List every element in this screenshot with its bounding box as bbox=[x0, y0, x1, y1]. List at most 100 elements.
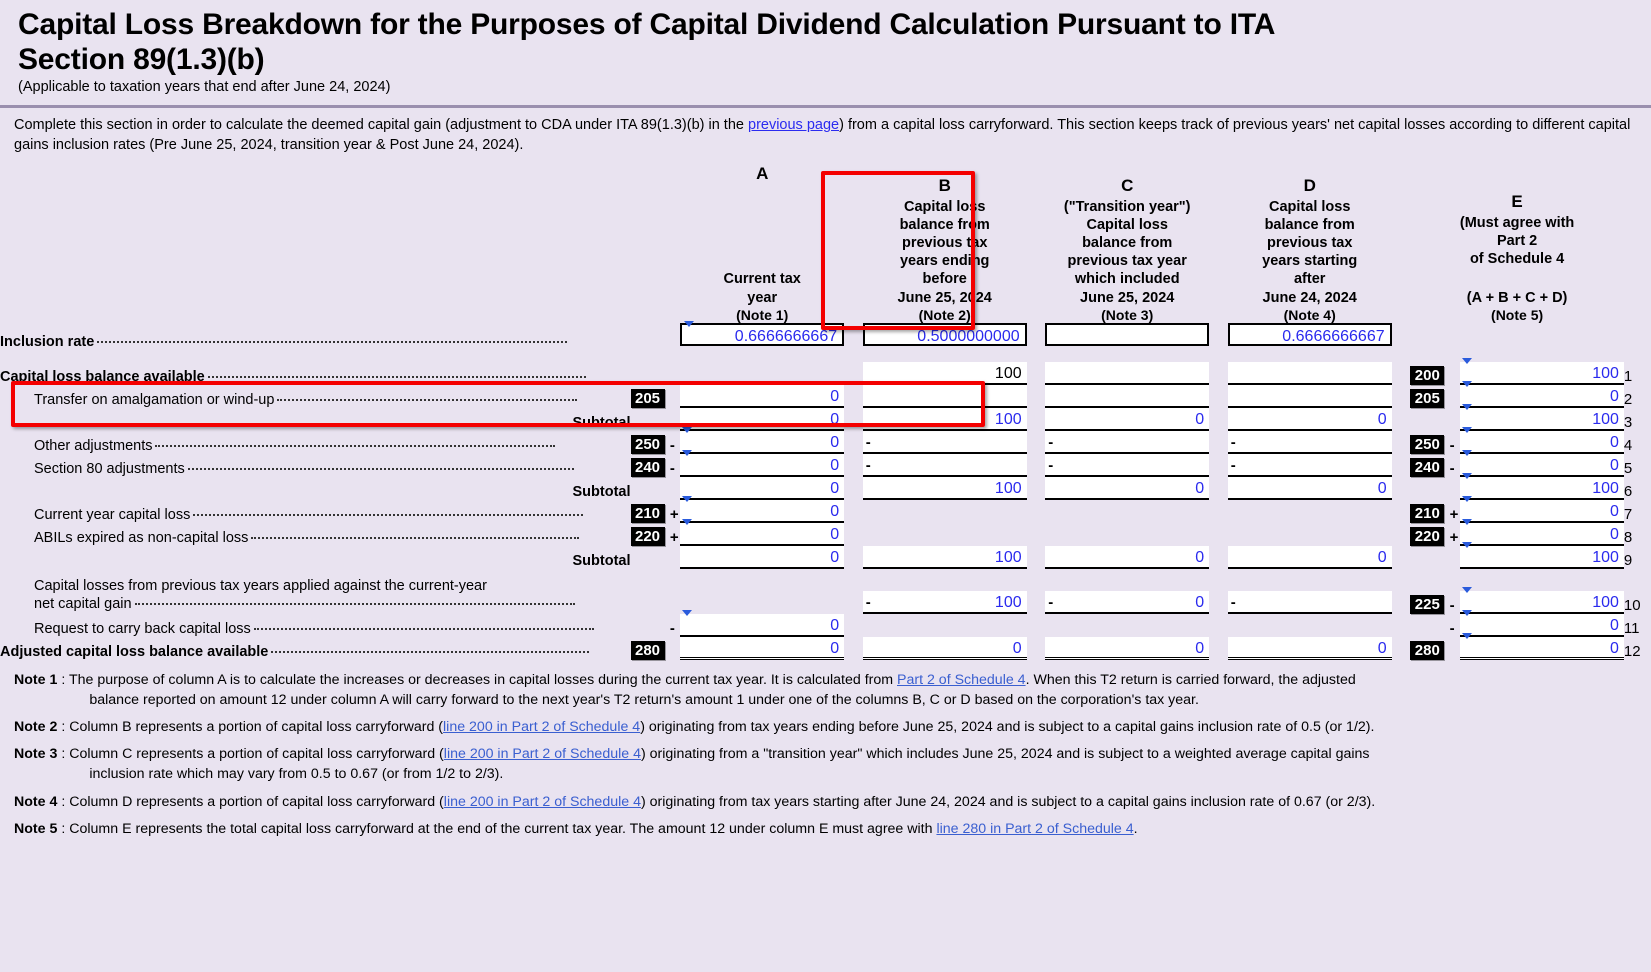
minus-sign: - bbox=[669, 459, 675, 477]
column-a-line1: Current tax bbox=[723, 271, 801, 288]
r3-e-value: 100 bbox=[1592, 410, 1619, 428]
r6-d-cell: 0 bbox=[1227, 476, 1392, 500]
r7-index: 7 bbox=[1623, 505, 1633, 523]
r11-label: Request to carry back capital loss bbox=[34, 620, 251, 637]
r4-e-cell: 0 bbox=[1460, 426, 1624, 454]
dropdown-triangle-icon bbox=[682, 609, 693, 616]
r4-c-input[interactable]: - bbox=[1045, 430, 1210, 454]
r4-d-input[interactable]: - bbox=[1227, 430, 1392, 454]
column-header-a: A Current tax year bbox=[680, 163, 844, 307]
r8-index: 8 bbox=[1623, 528, 1633, 546]
r4-a-input[interactable]: 0 bbox=[680, 426, 845, 454]
note-3-tag: Note 3 bbox=[14, 746, 58, 763]
r7-e-input[interactable]: 0 bbox=[1460, 495, 1624, 523]
line-number-220: 220 bbox=[630, 526, 665, 546]
r2-d-input[interactable] bbox=[1227, 384, 1392, 408]
r3-d-cell: 0 bbox=[1227, 407, 1392, 431]
r5-a-input[interactable]: 0 bbox=[680, 449, 845, 477]
note-2-link[interactable]: line 200 in Part 2 of Schedule 4 bbox=[443, 719, 640, 735]
inclusion-rate-d-value: 0.6666666667 bbox=[1282, 327, 1385, 345]
line-number-210: 210 bbox=[630, 503, 665, 523]
r8-a-input[interactable]: 0 bbox=[680, 518, 845, 546]
column-c-line2: Capital loss bbox=[1086, 217, 1168, 233]
r8-e-input[interactable]: 0 bbox=[1460, 518, 1624, 546]
r4-e-input[interactable]: 0 bbox=[1460, 426, 1624, 454]
r5-d-input[interactable]: - bbox=[1227, 453, 1392, 477]
r5-e-sign-cell: - bbox=[1448, 454, 1460, 477]
r7-label: Current year capital loss bbox=[34, 506, 191, 523]
r10-d-input[interactable]: - bbox=[1227, 590, 1392, 614]
r10-c-input[interactable]: -0 bbox=[1045, 590, 1210, 614]
r9-b-cell: 100 bbox=[862, 545, 1027, 569]
r7-a-sign-cell: + bbox=[668, 500, 680, 523]
r12-b-value: 0 bbox=[1012, 639, 1022, 657]
inclusion-rate-c-input[interactable] bbox=[1045, 322, 1210, 346]
inclusion-rate-b-value: 0.5000000000 bbox=[917, 327, 1020, 345]
r2-e-input[interactable]: 0 bbox=[1460, 380, 1624, 408]
note-3-link[interactable]: line 200 in Part 2 of Schedule 4 bbox=[444, 746, 641, 762]
r4-e-linebox-cell: 250 bbox=[1410, 431, 1447, 454]
r1-d-input[interactable] bbox=[1227, 361, 1392, 385]
note-4-link[interactable]: line 200 in Part 2 of Schedule 4 bbox=[444, 794, 641, 810]
r11-a-value: 0 bbox=[830, 616, 840, 634]
r12-c-value: 0 bbox=[1195, 639, 1205, 657]
r5-e-input[interactable]: 0 bbox=[1460, 449, 1624, 477]
r9-b-value-box: 100 bbox=[862, 545, 1027, 569]
r12-label: Adjusted capital loss balance available bbox=[0, 643, 269, 660]
r4-b-input[interactable]: - bbox=[862, 430, 1027, 454]
column-c-line1: ("Transition year") bbox=[1063, 198, 1191, 215]
r10-label-cell: Capital losses from previous tax years a… bbox=[0, 577, 631, 614]
leader-dots bbox=[271, 643, 590, 653]
dropdown-triangle-icon bbox=[1462, 518, 1473, 525]
r9-e-cell: 100 bbox=[1460, 541, 1624, 569]
note-2: Note 2 : Column B represents a portion o… bbox=[14, 717, 1637, 737]
r10-b-input[interactable]: - 100 bbox=[862, 590, 1027, 614]
r5-b-input[interactable]: - bbox=[862, 453, 1027, 477]
r9-c-value: 0 bbox=[1195, 548, 1205, 566]
r11-e-input[interactable]: 0 bbox=[1460, 609, 1624, 637]
r11-b-empty bbox=[863, 614, 1027, 637]
r5-index: 5 bbox=[1623, 459, 1633, 477]
intro-text-part1: Complete this section in order to calcul… bbox=[14, 117, 748, 133]
inclusion-rate-b-input[interactable]: 0.5000000000 bbox=[862, 322, 1027, 346]
inclusion-rate-a-input[interactable]: 0.6666666667 bbox=[680, 320, 845, 346]
r6-e-cell: 100 bbox=[1460, 472, 1624, 500]
r3-c-value: 0 bbox=[1195, 410, 1205, 428]
note-1-link[interactable]: Part 2 of Schedule 4 bbox=[897, 672, 1026, 688]
r11-a-input[interactable]: 0 bbox=[680, 609, 845, 637]
r5-c-input[interactable]: - bbox=[1045, 453, 1210, 477]
note-3-text-b: ) originating from a "transition year" w… bbox=[640, 746, 1370, 763]
column-headers-row: A Current tax year B Capital loss balanc… bbox=[0, 163, 1651, 307]
inclusion-rate-d-input[interactable]: 0.6666666667 bbox=[1227, 322, 1392, 346]
r2-b-input[interactable] bbox=[862, 384, 1027, 408]
note-5-tag: Note 5 bbox=[14, 820, 58, 837]
note-5-text-b: . bbox=[1133, 820, 1138, 837]
r7-e-sign-cell: + bbox=[1448, 500, 1460, 523]
r8-d-empty bbox=[1228, 523, 1392, 546]
r8-d-cell bbox=[1228, 523, 1392, 546]
r1-c-input[interactable] bbox=[1045, 361, 1210, 385]
r4-a-cell: 0 bbox=[680, 426, 845, 454]
note-5-link[interactable]: line 280 in Part 2 of Schedule 4 bbox=[936, 821, 1133, 837]
column-c-line3: balance from bbox=[1082, 235, 1173, 252]
note-4-tag: Note 4 bbox=[14, 793, 58, 810]
r4-a-sign-cell: - bbox=[668, 431, 680, 454]
r10-b-cell: - 100 bbox=[862, 577, 1027, 614]
r2-a-input[interactable]: 0 bbox=[680, 384, 845, 408]
r7-a-input[interactable]: 0 bbox=[680, 495, 845, 523]
r2-c-cell bbox=[1045, 384, 1210, 408]
previous-page-link[interactable]: previous page bbox=[748, 117, 839, 133]
note-5-body: : Column E represents the total capital … bbox=[61, 819, 1637, 839]
column-letter-e: E bbox=[1511, 191, 1523, 211]
r5-a-linebox-cell: 240 bbox=[630, 454, 668, 477]
r2-c-input[interactable] bbox=[1045, 384, 1210, 408]
r8-a-linebox-cell: 220 bbox=[630, 523, 668, 546]
minus-sign: - bbox=[1230, 433, 1236, 451]
r7-b-cell bbox=[863, 500, 1027, 523]
r7-b-empty bbox=[863, 500, 1027, 523]
r1-b-input[interactable]: 100 bbox=[862, 361, 1027, 385]
r1-e-input[interactable]: 100 bbox=[1460, 357, 1624, 385]
r4-e-sign-cell: - bbox=[1448, 431, 1460, 454]
r10-e-input[interactable]: 100 bbox=[1460, 586, 1624, 614]
line-number-210-e: 210 bbox=[1410, 503, 1445, 523]
